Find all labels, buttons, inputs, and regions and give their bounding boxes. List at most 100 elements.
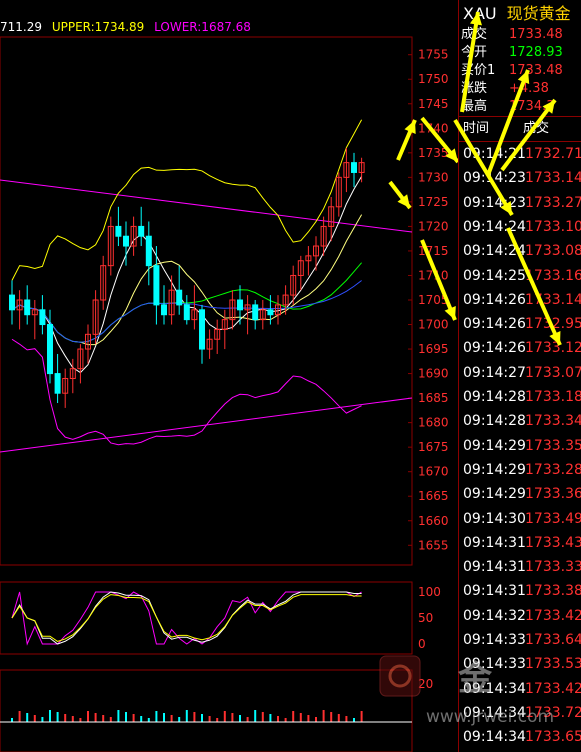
- quote-row: 成交 1733.48: [459, 26, 581, 44]
- tick-row: 09:14:24 1733.08: [459, 239, 581, 263]
- legend-lower: LOWER:1687.68: [154, 20, 251, 34]
- osc-j-line: [11, 594, 362, 642]
- tick-price: 1733.14: [525, 170, 581, 187]
- tick-price: 1733.49: [525, 510, 581, 527]
- symbol-header[interactable]: XAU 现货黄金: [463, 2, 571, 26]
- quote-label: 买价1: [461, 63, 496, 78]
- quote-row: 买价1 1733.48: [459, 62, 581, 80]
- tick-time: 09:14:31: [463, 559, 526, 576]
- tick-time: 09:14:23: [463, 170, 526, 187]
- tick-row: 09:14:27 1733.07: [459, 361, 581, 385]
- quote-label: 最高: [461, 99, 488, 114]
- candle-body: [252, 304, 259, 321]
- candle-body: [183, 304, 190, 321]
- price-tick-label: 1655: [418, 538, 449, 552]
- watermark-brand: 金: [457, 659, 493, 699]
- tick-row: 09:14:21 1732.71: [459, 142, 581, 166]
- tick-time: 09:14:32: [463, 607, 526, 624]
- candle-body: [199, 309, 205, 350]
- price-chart[interactable]: 1755175017451740173517301725172017151710…: [0, 0, 458, 752]
- quote-label: 今开: [461, 45, 488, 60]
- candle-body: [176, 289, 183, 306]
- tick-time: 09:14:26: [463, 340, 526, 357]
- volume-frame: [0, 669, 413, 752]
- tick-row: 09:14:33 1733.64: [459, 628, 581, 652]
- candle-body: [267, 309, 274, 316]
- tick-price: 1733.64: [525, 632, 581, 648]
- candle-body: [138, 225, 145, 237]
- candle-body: [24, 299, 31, 316]
- tick-time: 09:14:31: [463, 534, 526, 551]
- tick-row: 09:14:31 1733.38: [459, 579, 581, 603]
- price-tick-label: 1725: [418, 195, 449, 209]
- candle-body: [123, 235, 129, 247]
- symbol-code: XAU: [463, 4, 497, 23]
- quote-value: 1733.48: [509, 63, 563, 78]
- candle-body: [351, 162, 357, 173]
- tick-price: 1732.95: [525, 316, 581, 333]
- tick-time: 09:14:29: [463, 461, 526, 478]
- tick-row: 09:14:29 1733.28: [459, 458, 581, 482]
- tick-time: 09:14:33: [463, 632, 526, 648]
- quote-value: 1734.3: [509, 99, 555, 114]
- tick-price: 1733.10: [525, 218, 581, 235]
- tick-row: 09:14:26 1732.95: [459, 312, 581, 336]
- tick-table-header: 时间 成交: [459, 116, 581, 142]
- tick-row: 09:14:28 1733.18: [459, 385, 581, 409]
- watermark-site: www.jrwei.com: [426, 707, 554, 727]
- quote-label: 涨跌: [461, 81, 488, 96]
- tick-time: 09:14:23: [463, 194, 526, 211]
- tick-row: 09:14:31 1733.33: [459, 555, 581, 579]
- tick-time: 09:14:30: [463, 510, 526, 527]
- quote-row: 今开 1728.93: [459, 44, 581, 62]
- quote-label: 成交: [461, 27, 488, 42]
- tick-time: 09:14:25: [463, 267, 526, 284]
- candle-body: [237, 299, 243, 311]
- tick-time: 09:14:24: [463, 243, 526, 260]
- price-tick-label: 1700: [418, 318, 449, 332]
- price-tick-label: 1755: [418, 48, 449, 62]
- symbol-name: 现货黄金: [506, 4, 571, 23]
- price-tick-label: 1660: [418, 514, 449, 528]
- tick-time: 09:14:24: [463, 218, 526, 235]
- ma10-line: [11, 214, 363, 346]
- legend-upper: UPPER:1734.89: [51, 20, 145, 34]
- tick-row: 09:14:23 1733.14: [459, 166, 581, 190]
- tick-time: 09:14:21: [463, 146, 526, 162]
- tick-row: 09:14:26 1733.12: [459, 336, 581, 360]
- tick-price: 1733.08: [525, 243, 581, 260]
- candle-body: [54, 373, 61, 394]
- price-tick-label: 1685: [418, 391, 449, 405]
- candle-body: [115, 225, 122, 237]
- tick-time: 09:14:28: [463, 413, 526, 430]
- price-tick-label: 1745: [418, 97, 449, 111]
- tick-row: 09:14:31 1733.43: [459, 531, 581, 555]
- candle-body: [145, 235, 152, 267]
- tick-price: 1733.12: [525, 340, 581, 357]
- tick-row: 09:14:29 1733.36: [459, 482, 581, 506]
- tick-time: 09:14:31: [463, 583, 526, 600]
- candle-body: [47, 324, 53, 375]
- candle-body: [153, 265, 160, 306]
- tick-row: 09:14:24 1733.10: [459, 215, 581, 239]
- quote-row: 最高 1734.3: [459, 98, 581, 116]
- tick-row: 09:14:29 1733.35: [459, 434, 581, 458]
- header-time: 时间: [463, 121, 490, 136]
- tick-row: 09:14:25 1733.16: [459, 264, 581, 288]
- candle-body: [39, 309, 46, 326]
- quote-row: 涨跌 +4.38: [459, 80, 581, 98]
- tick-row: 09:14:28 1733.34: [459, 409, 581, 433]
- tick-price: 1733.18: [525, 389, 581, 405]
- tick-price: 1733.38: [525, 583, 581, 600]
- tick-price: 1732.71: [525, 146, 581, 162]
- tick-time: 09:14:26: [463, 316, 526, 333]
- tick-row: 09:14:26 1733.14: [459, 288, 581, 312]
- tick-price: 1733.34: [525, 413, 581, 430]
- price-tick-label: 1670: [418, 465, 449, 479]
- osc-tick-label: 100: [418, 585, 441, 599]
- tick-time: 09:14:29: [463, 486, 526, 503]
- price-tick-label: 1690: [418, 367, 449, 381]
- trend-line-upper: [0, 179, 413, 233]
- price-tick-label: 1695: [418, 342, 449, 356]
- quote-value: 1728.93: [509, 45, 563, 60]
